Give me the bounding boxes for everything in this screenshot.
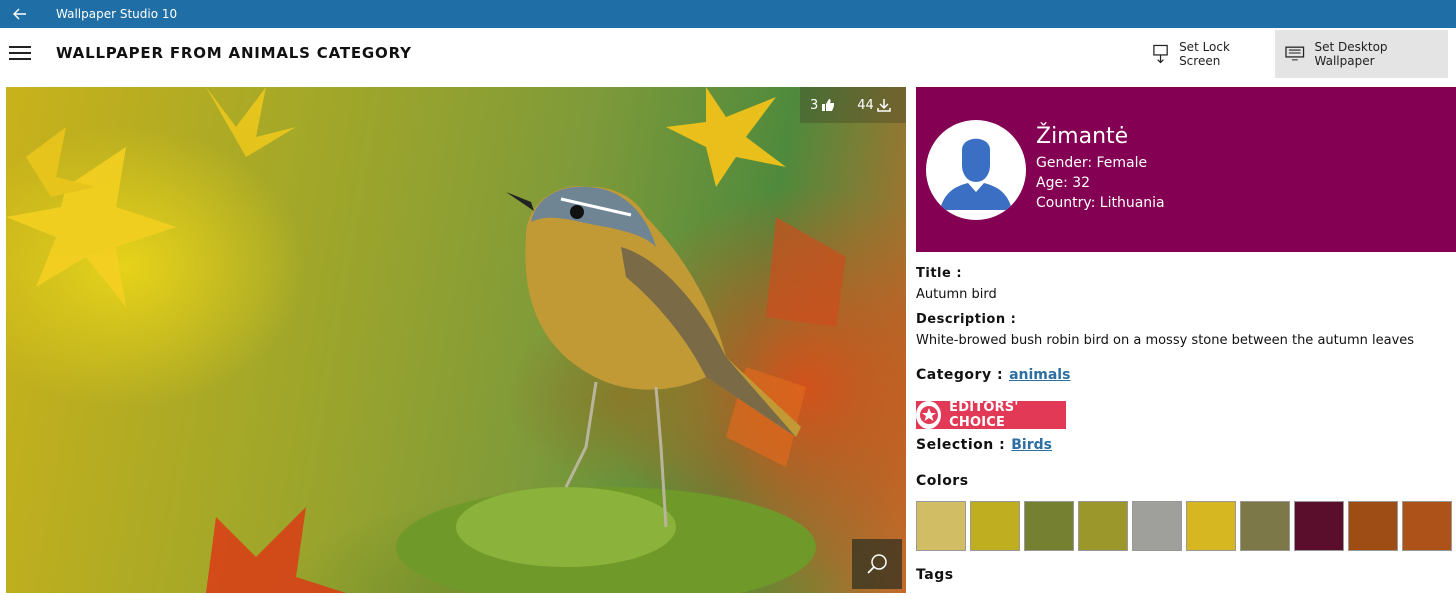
lock-screen-icon xyxy=(1153,44,1168,64)
back-button[interactable] xyxy=(0,0,40,28)
user-silhouette-icon xyxy=(940,138,1012,210)
color-swatch[interactable] xyxy=(1240,501,1290,551)
title-label: Title : xyxy=(916,266,963,281)
description-label: Description : xyxy=(916,312,1017,327)
color-swatch[interactable] xyxy=(970,501,1020,551)
selection-row: Selection : Birds xyxy=(916,437,1052,453)
description-value: White-browed bush robin bird on a mossy … xyxy=(916,333,1415,348)
color-swatch[interactable] xyxy=(916,501,966,551)
title-bar: Wallpaper Studio 10 xyxy=(0,0,1456,28)
set-lock-screen-label: Set Lock Screen xyxy=(1179,40,1230,68)
color-swatches xyxy=(916,501,1456,551)
desktop-icon xyxy=(1285,46,1305,61)
hamburger-menu-icon[interactable] xyxy=(9,44,31,62)
title-value: Autumn bird xyxy=(916,287,997,302)
avatar xyxy=(926,120,1026,220)
color-swatch[interactable] xyxy=(1024,501,1074,551)
app-title: Wallpaper Studio 10 xyxy=(56,7,178,21)
wallpaper-image[interactable]: 3 44 xyxy=(6,87,906,593)
author-name: Žimantė xyxy=(1036,124,1129,149)
set-desktop-wallpaper-button[interactable]: Set Desktop Wallpaper xyxy=(1275,30,1448,78)
back-arrow-icon xyxy=(13,8,26,20)
color-swatch[interactable] xyxy=(1402,501,1452,551)
thumbs-up-icon xyxy=(822,99,835,111)
author-age: Age: 32 xyxy=(1036,175,1091,191)
image-stats: 3 44 xyxy=(800,87,906,123)
color-swatch[interactable] xyxy=(1348,501,1398,551)
wallpaper-scene xyxy=(6,87,846,593)
editors-choice-label: EDITORS' CHOICE xyxy=(949,400,1019,430)
selection-link[interactable]: Birds xyxy=(1011,437,1052,453)
category-link[interactable]: animals xyxy=(1009,367,1070,383)
downloads-value: 44 xyxy=(857,97,874,113)
category-label: Category : xyxy=(916,367,1004,383)
downloads-count[interactable]: 44 xyxy=(857,98,891,113)
likes-count[interactable]: 3 xyxy=(810,98,835,113)
page-header: WALLPAPER FROM ANIMALS CATEGORY Set Lock… xyxy=(0,28,1456,80)
category-row: Category : animals xyxy=(916,367,1070,383)
author-gender: Gender: Female xyxy=(1036,155,1148,171)
color-swatch[interactable] xyxy=(1294,501,1344,551)
search-icon xyxy=(867,554,887,574)
color-swatch[interactable] xyxy=(1132,501,1182,551)
tags-label: Tags xyxy=(916,567,954,583)
editors-choice-badge: EDITORS' CHOICE xyxy=(916,400,1066,430)
color-swatch[interactable] xyxy=(1186,501,1236,551)
colors-label: Colors xyxy=(916,473,969,489)
star-icon xyxy=(916,401,942,429)
likes-value: 3 xyxy=(810,97,819,113)
author-country: Country: Lithuania xyxy=(1036,195,1165,211)
download-icon xyxy=(877,99,891,112)
zoom-button[interactable] xyxy=(852,539,902,589)
set-desktop-wallpaper-label: Set Desktop Wallpaper xyxy=(1314,40,1388,68)
color-swatch[interactable] xyxy=(1078,501,1128,551)
page-title: WALLPAPER FROM ANIMALS CATEGORY xyxy=(56,44,412,62)
set-lock-screen-button[interactable]: Set Lock Screen xyxy=(1142,30,1270,78)
selection-label: Selection : xyxy=(916,437,1006,453)
author-profile: Žimantė Gender: Female Age: 32 Country: … xyxy=(916,87,1456,252)
